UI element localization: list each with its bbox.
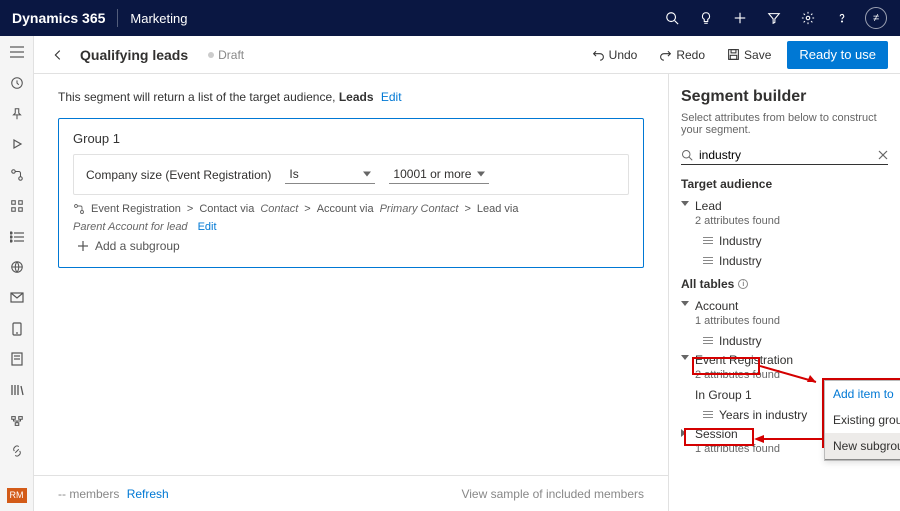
chevron-down-icon bbox=[681, 301, 691, 311]
view-sample-link[interactable]: View sample of included members bbox=[461, 487, 644, 501]
members-count: -- members bbox=[58, 487, 119, 501]
save-button[interactable]: Save bbox=[721, 44, 777, 66]
attribute-icon bbox=[703, 337, 713, 345]
library-icon[interactable] bbox=[6, 382, 28, 399]
path-row: Event Registration > Contact via Contact… bbox=[73, 203, 629, 233]
search-icon[interactable] bbox=[658, 4, 686, 32]
app-name: Marketing bbox=[130, 11, 187, 26]
redo-label: Redo bbox=[676, 48, 705, 62]
rule-row: Company size (Event Registration) Is 100… bbox=[73, 154, 629, 195]
pin-icon[interactable] bbox=[6, 105, 28, 122]
list-icon[interactable] bbox=[6, 228, 28, 245]
save-label: Save bbox=[744, 48, 771, 62]
group-title: Group 1 bbox=[73, 131, 629, 146]
search-icon bbox=[681, 149, 693, 161]
clock-icon[interactable] bbox=[6, 75, 28, 92]
attribute-icon bbox=[703, 257, 713, 265]
status-label: Draft bbox=[218, 48, 244, 62]
back-icon[interactable] bbox=[46, 43, 70, 67]
refresh-link[interactable]: Refresh bbox=[127, 487, 169, 501]
flyout-new-subgroup[interactable]: New subgroup bbox=[825, 433, 900, 460]
intro-bold: Leads bbox=[339, 90, 374, 104]
attribute-icon bbox=[703, 237, 713, 245]
chevron-down-icon bbox=[681, 355, 691, 365]
lead-count: 2 attributes found bbox=[681, 215, 888, 227]
page-title: Qualifying leads bbox=[80, 47, 188, 63]
add-subgroup-button[interactable]: Add a subgroup bbox=[73, 239, 629, 253]
account-count: 1 attributes found bbox=[681, 315, 888, 327]
form-icon[interactable] bbox=[6, 351, 28, 368]
top-navbar: Dynamics 365 Marketing ≠ bbox=[0, 0, 900, 36]
intro-text: This segment will return a list of the t… bbox=[58, 90, 644, 104]
flyout-header: Add item to bbox=[825, 381, 900, 407]
panel-title: Segment builder bbox=[681, 88, 888, 106]
page-toolbar: Qualifying leads Draft Undo Redo Save Re… bbox=[34, 36, 900, 74]
intro-pre: This segment will return a list of the t… bbox=[58, 90, 335, 104]
operator-select[interactable]: Is bbox=[285, 165, 375, 184]
attribute-search[interactable] bbox=[681, 146, 888, 165]
tree-event-registration[interactable]: Event Registration bbox=[681, 351, 888, 369]
path-edit-link[interactable]: Edit bbox=[198, 221, 217, 233]
search-input[interactable] bbox=[699, 148, 872, 162]
ready-label: Ready to use bbox=[799, 47, 876, 62]
left-nav-rail: RM bbox=[0, 36, 34, 511]
add-icon[interactable] bbox=[726, 4, 754, 32]
link-icon[interactable] bbox=[6, 443, 28, 460]
clear-search-icon[interactable] bbox=[878, 150, 888, 160]
mail-icon[interactable] bbox=[6, 290, 28, 307]
help-icon[interactable] bbox=[828, 4, 856, 32]
add-item-flyout: Add item to Existing group New subgroup bbox=[824, 380, 900, 461]
brand-label: Dynamics 365 bbox=[12, 10, 105, 26]
undo-button[interactable]: Undo bbox=[586, 44, 644, 66]
ready-to-use-button[interactable]: Ready to use bbox=[787, 41, 888, 69]
branch-icon[interactable] bbox=[6, 412, 28, 429]
undo-label: Undo bbox=[609, 48, 638, 62]
filter-icon[interactable] bbox=[760, 4, 788, 32]
play-icon[interactable] bbox=[6, 136, 28, 153]
path-icon bbox=[73, 203, 85, 215]
value-select[interactable]: 10001 or more bbox=[389, 165, 489, 184]
group-1-box: Group 1 Company size (Event Registration… bbox=[58, 118, 644, 268]
chevron-right-icon bbox=[681, 429, 691, 439]
chevron-down-icon bbox=[681, 201, 691, 211]
lightbulb-icon[interactable] bbox=[692, 4, 720, 32]
status-dot-icon bbox=[208, 52, 214, 58]
phone-icon[interactable] bbox=[6, 320, 28, 337]
menu-icon[interactable] bbox=[6, 44, 28, 61]
tree-account[interactable]: Account bbox=[681, 297, 888, 315]
canvas-footer: -- members Refresh View sample of includ… bbox=[34, 475, 668, 511]
rule-field: Company size (Event Registration) bbox=[86, 168, 271, 182]
redo-button[interactable]: Redo bbox=[653, 44, 711, 66]
segment-canvas: This segment will return a list of the t… bbox=[34, 74, 668, 511]
info-icon[interactable]: i bbox=[738, 279, 748, 289]
panel-desc: Select attributes from below to construc… bbox=[681, 112, 888, 136]
intro-edit-link[interactable]: Edit bbox=[381, 90, 402, 104]
tree-lead[interactable]: Lead bbox=[681, 197, 888, 215]
journey-icon[interactable] bbox=[6, 167, 28, 184]
account-attr-industry[interactable]: Industry bbox=[681, 331, 888, 351]
nav-separator bbox=[117, 9, 118, 27]
all-tables-label: All tablesi bbox=[681, 277, 888, 291]
attribute-icon bbox=[703, 411, 713, 419]
globe-icon[interactable] bbox=[6, 259, 28, 276]
lead-attr-industry-2[interactable]: Industry bbox=[681, 251, 888, 271]
flyout-existing-group[interactable]: Existing group bbox=[825, 407, 900, 433]
grid-icon[interactable] bbox=[6, 198, 28, 215]
account-icon[interactable]: ≠ bbox=[862, 4, 890, 32]
gear-icon[interactable] bbox=[794, 4, 822, 32]
user-badge[interactable]: RM bbox=[7, 488, 27, 503]
add-subgroup-label: Add a subgroup bbox=[95, 239, 180, 253]
target-audience-label: Target audience bbox=[681, 177, 888, 191]
lead-attr-industry-1[interactable]: Industry bbox=[681, 231, 888, 251]
